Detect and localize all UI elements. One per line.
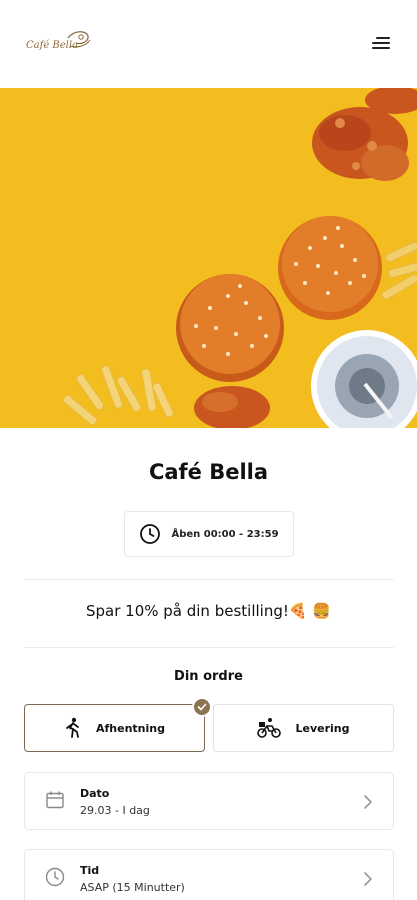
divider bbox=[24, 647, 394, 648]
chevron-right-icon bbox=[364, 872, 372, 886]
opening-hours-badge: Åben 00:00 - 23:59 bbox=[124, 511, 294, 557]
hamburger-menu-icon[interactable] bbox=[366, 34, 390, 54]
header: Café Bella bbox=[0, 0, 417, 88]
restaurant-name: Café Bella bbox=[148, 460, 269, 484]
calendar-icon bbox=[46, 791, 64, 809]
cafe-bella-logo[interactable]: Café Bella bbox=[24, 26, 94, 60]
walking-icon bbox=[66, 717, 79, 738]
time-selector[interactable]: Tid ASAP (15 Minutter) bbox=[24, 849, 394, 900]
delivery-option-label: Levering bbox=[295, 721, 350, 735]
time-label: Tid bbox=[80, 864, 100, 877]
date-selector[interactable]: Dato 29.03 - I dag bbox=[24, 772, 394, 830]
pickup-option-label: Afhentning bbox=[96, 721, 165, 735]
clock-icon bbox=[140, 524, 161, 544]
divider bbox=[24, 579, 394, 580]
date-value: 29.03 - I dag bbox=[80, 804, 150, 817]
order-section-title: Din ordre bbox=[174, 669, 243, 684]
date-label: Dato bbox=[80, 787, 110, 800]
pickup-option-button[interactable]: Afhentning bbox=[24, 704, 205, 752]
clock-icon bbox=[45, 867, 65, 887]
menu-line bbox=[376, 37, 390, 39]
bicycle-delivery-icon bbox=[257, 718, 282, 738]
logo-text: Café Bella bbox=[26, 40, 79, 51]
selected-check-icon bbox=[192, 697, 212, 717]
promo-text: Spar 10% på din bestilling!🍕 🍔 bbox=[85, 602, 331, 620]
chevron-right-icon bbox=[364, 795, 372, 809]
delivery-option-button[interactable]: Levering bbox=[213, 704, 394, 752]
food-banner-image bbox=[0, 88, 417, 428]
opening-hours-text: Åben 00:00 - 23:59 bbox=[171, 528, 279, 540]
burger-right-graphic bbox=[278, 216, 382, 320]
menu-line bbox=[372, 42, 390, 44]
burger-left-graphic bbox=[176, 274, 284, 382]
time-value: ASAP (15 Minutter) bbox=[80, 881, 185, 894]
menu-line bbox=[372, 47, 390, 49]
food-illustration bbox=[0, 88, 417, 428]
